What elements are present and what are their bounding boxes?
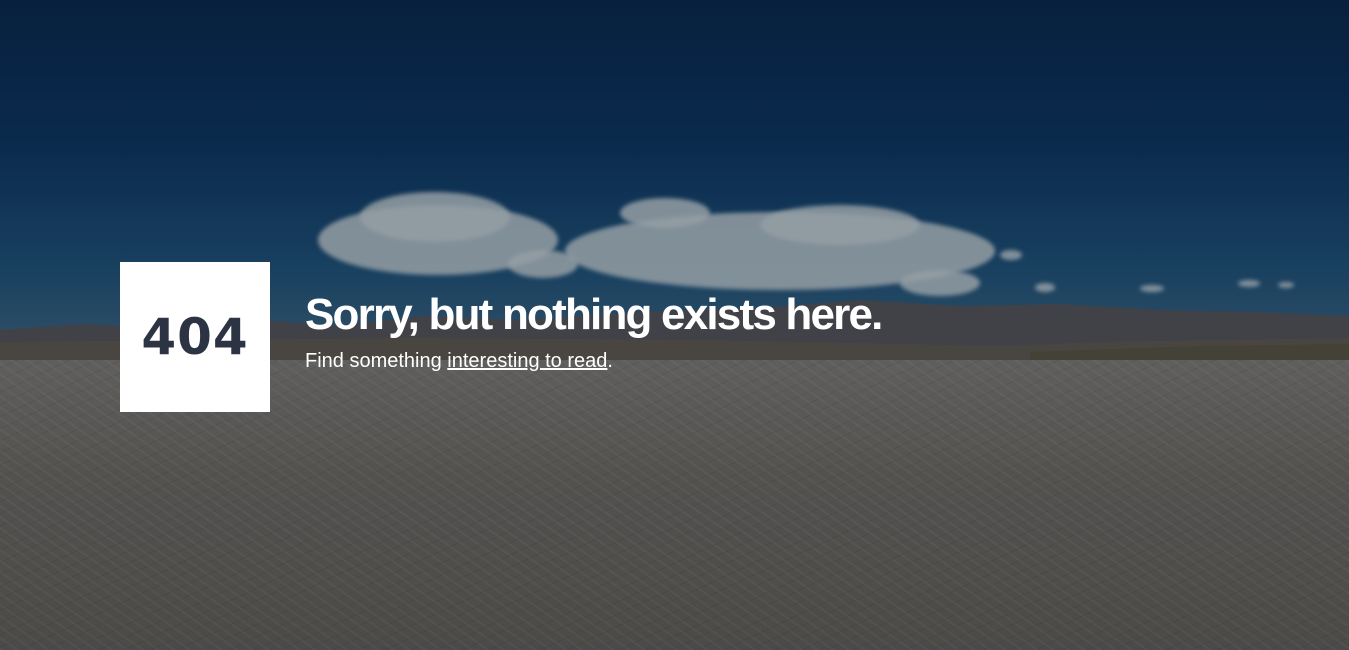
error-code-box: 404 — [120, 262, 270, 412]
error-code: 404 — [141, 308, 249, 366]
subline-prefix: Find something — [305, 350, 448, 372]
error-subline: Find something interesting to read. — [305, 350, 882, 373]
interesting-to-read-link[interactable]: interesting to read — [447, 350, 607, 372]
error-headline: Sorry, but nothing exists here. — [305, 290, 883, 339]
subline-suffix: . — [607, 350, 613, 372]
error-message: Sorry, but nothing exists here. Find som… — [305, 286, 883, 373]
background-scene: 404 Sorry, but nothing exists here. Find… — [0, 0, 1349, 650]
